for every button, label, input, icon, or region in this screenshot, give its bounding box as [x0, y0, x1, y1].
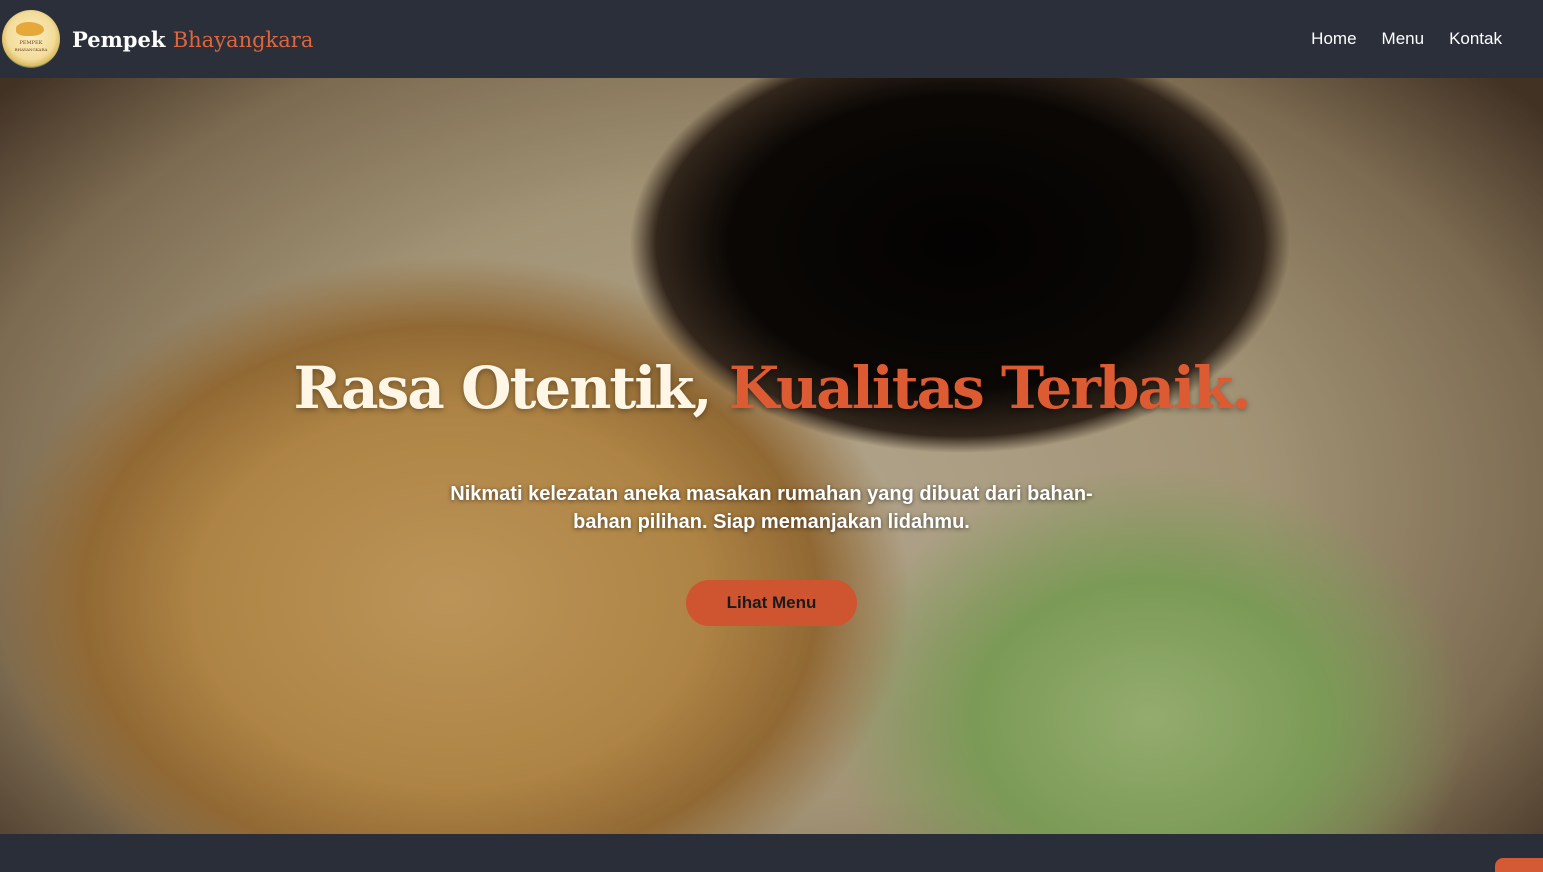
brand-name-accent: Bhayangkara [172, 27, 314, 52]
view-menu-button[interactable]: Lihat Menu [686, 579, 857, 626]
brand[interactable]: PEMPEK BHAYANGKARA Pempek Bhayangkara [2, 10, 313, 68]
nav-link-kontak[interactable]: Kontak [1449, 29, 1502, 49]
hero-title: Rasa Otentik, Kualitas Terbaik. [293, 359, 1251, 417]
hero-content: Rasa Otentik, Kualitas Terbaik. Nikmati … [0, 78, 1543, 834]
hero-title-part2: Kualitas Terbaik. [728, 354, 1252, 422]
hero-subtitle: Nikmati kelezatan aneka masakan rumahan … [450, 482, 1093, 533]
nav-link-menu[interactable]: Menu [1382, 29, 1425, 49]
brand-logo[interactable]: PEMPEK BHAYANGKARA [2, 10, 60, 68]
brand-name-primary: Pempek [72, 26, 166, 52]
logo-text-bottom: BHAYANGKARA [14, 47, 48, 52]
navbar: PEMPEK BHAYANGKARA Pempek Bhayangkara Ho… [0, 0, 1543, 78]
nav-links: Home Menu Kontak [1311, 29, 1502, 49]
footer-strip [0, 834, 1543, 863]
nav-link-home[interactable]: Home [1311, 29, 1356, 49]
hero-title-part1: Rasa Otentik, [293, 354, 712, 422]
scroll-top-button[interactable] [1495, 858, 1543, 872]
fish-icon [16, 22, 44, 36]
logo-text-top: PEMPEK [19, 40, 43, 46]
hero-section: Rasa Otentik, Kualitas Terbaik. Nikmati … [0, 78, 1543, 834]
brand-name[interactable]: Pempek Bhayangkara [72, 27, 313, 52]
